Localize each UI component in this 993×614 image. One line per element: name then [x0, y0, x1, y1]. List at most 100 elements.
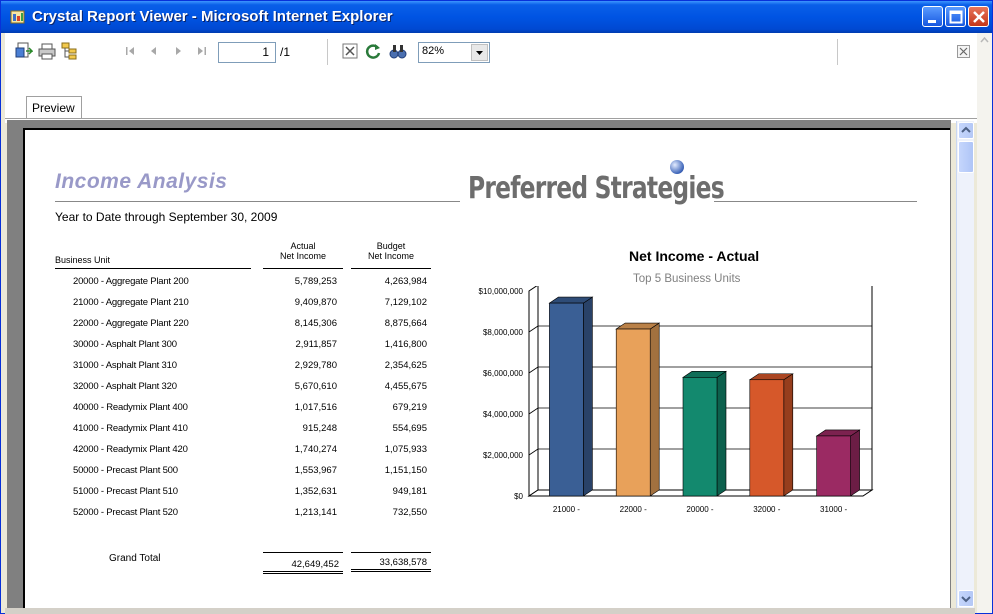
window-title: Crystal Report Viewer - Microsoft Intern… [32, 8, 393, 25]
table-row-unit: 41000 - Readymix Plant 410 [73, 423, 188, 434]
chevron-down-icon [961, 596, 971, 603]
table-row-actual: 8,145,306 [294, 318, 337, 329]
table-row-actual: 2,911,857 [295, 339, 337, 350]
grand-total-actual: 42,649,452 [291, 559, 339, 570]
table-row-actual: 5,789,253 [294, 276, 337, 287]
scroll-up-button[interactable] [958, 122, 974, 139]
x-tick-label: 21000 - [553, 505, 580, 514]
print-icon[interactable] [38, 42, 56, 60]
report-title: Income Analysis [55, 170, 228, 193]
maximize-button[interactable] [945, 6, 966, 27]
bar-side [583, 296, 593, 497]
group-tree-icon[interactable] [61, 42, 79, 60]
table-row-actual: 5,670,610 [294, 381, 337, 392]
toolbar-separator [327, 39, 328, 65]
table-row-budget: 8,875,664 [384, 318, 427, 329]
total-rule [263, 552, 343, 553]
bar-side [649, 322, 660, 497]
close-button[interactable] [968, 6, 989, 27]
table-row-unit: 52000 - Precast Plant 520 [73, 507, 178, 518]
table-row-actual: 9,409,870 [294, 297, 337, 308]
export-icon[interactable] [15, 42, 33, 60]
table-row-budget: 732,550 [392, 507, 427, 518]
header-rule [263, 268, 343, 269]
y-tick-label: $6,000,000 [483, 369, 524, 378]
title-rule [714, 201, 917, 202]
page-scrollbar[interactable] [977, 33, 992, 613]
previous-page-icon[interactable] [145, 42, 163, 60]
scroll-thumb[interactable] [958, 141, 974, 173]
title-rule [55, 201, 460, 202]
close-icon [959, 47, 968, 56]
total-rule [351, 552, 431, 553]
column-header-actual: Actual Net Income [279, 241, 327, 261]
table-row-unit: 50000 - Precast Plant 500 [73, 465, 178, 476]
table-row-unit: 20000 - Aggregate Plant 200 [73, 276, 189, 287]
x-tick-label: 22000 - [620, 505, 647, 514]
page-number-input[interactable]: 1 [218, 42, 276, 63]
bar [749, 379, 785, 497]
report-vertical-scrollbar[interactable] [956, 121, 974, 609]
title-bar[interactable]: Crystal Report Viewer - Microsoft Intern… [1, 1, 992, 33]
status-strip [5, 608, 975, 614]
table-row-budget: 1,416,800 [384, 339, 427, 350]
y-tick-label: $4,000,000 [483, 410, 524, 419]
search-icon[interactable] [389, 42, 407, 60]
bar [549, 302, 584, 497]
table-row-budget: 1,151,150 [384, 465, 427, 476]
table-row-actual: 915,248 [302, 423, 337, 434]
chevron-down-icon[interactable] [471, 44, 488, 61]
bar-side [850, 429, 860, 497]
report-toolbar: 1 /1 82% [5, 33, 989, 71]
next-page-icon[interactable] [169, 42, 187, 60]
tab-strip: Preview [5, 71, 989, 123]
minimize-button[interactable] [922, 6, 943, 27]
refresh-icon[interactable] [364, 42, 382, 60]
table-row-unit: 32000 - Asphalt Plant 320 [73, 381, 177, 392]
zoom-value: 82% [422, 45, 445, 57]
last-page-icon[interactable] [192, 42, 210, 60]
table-row-actual: 1,740,274 [294, 444, 337, 455]
chart-title: Net Income - Actual [629, 248, 760, 264]
close-toolbar-button[interactable] [957, 45, 970, 58]
bar [682, 377, 718, 497]
y-tick-label: $2,000,000 [483, 451, 524, 460]
total-double-rule [263, 573, 343, 574]
y-tick-label: $10,000,000 [479, 287, 524, 296]
y-tick-label: $8,000,000 [483, 328, 524, 337]
x-tick-label: 32000 - [753, 505, 780, 514]
table-row-actual: 1,017,516 [294, 402, 337, 413]
table-row-budget: 554,695 [392, 423, 427, 434]
tab-preview[interactable]: Preview [26, 96, 82, 118]
x-tick-label: 20000 - [686, 505, 713, 514]
close-view-icon[interactable] [341, 42, 359, 60]
table-row-unit: 30000 - Asphalt Plant 300 [73, 339, 177, 350]
page-total: /1 [280, 45, 291, 59]
table-row-budget: 7,129,102 [384, 297, 427, 308]
table-row-unit: 31000 - Asphalt Plant 310 [73, 360, 177, 371]
first-page-icon[interactable] [122, 42, 140, 60]
chevron-up-icon [961, 126, 971, 133]
chart-side-wall [528, 286, 539, 497]
tab-divider [5, 118, 989, 119]
table-row-unit: 22000 - Aggregate Plant 220 [73, 318, 189, 329]
close-icon [973, 11, 985, 23]
total-double-rule [351, 571, 431, 572]
browser-window: Crystal Report Viewer - Microsoft Intern… [0, 0, 993, 614]
zoom-select[interactable]: 82% [418, 42, 490, 63]
chart-subtitle: Top 5 Business Units [633, 273, 741, 285]
header-rule [55, 268, 251, 269]
minimize-icon [928, 20, 936, 23]
column-header-unit: Business Unit [55, 255, 111, 265]
grand-total-label: Grand Total [109, 553, 161, 564]
y-tick-label: $0 [514, 492, 523, 501]
table-row-unit: 42000 - Readymix Plant 420 [73, 444, 188, 455]
bar [615, 328, 651, 497]
table-row-budget: 1,075,933 [384, 444, 427, 455]
x-tick-label: 31000 - [820, 505, 847, 514]
table-row-unit: 40000 - Readymix Plant 400 [73, 402, 188, 413]
bar-side [783, 373, 794, 497]
table-row-actual: 1,213,141 [294, 507, 337, 518]
header-rule [351, 268, 431, 269]
scroll-down-button[interactable] [958, 590, 974, 607]
